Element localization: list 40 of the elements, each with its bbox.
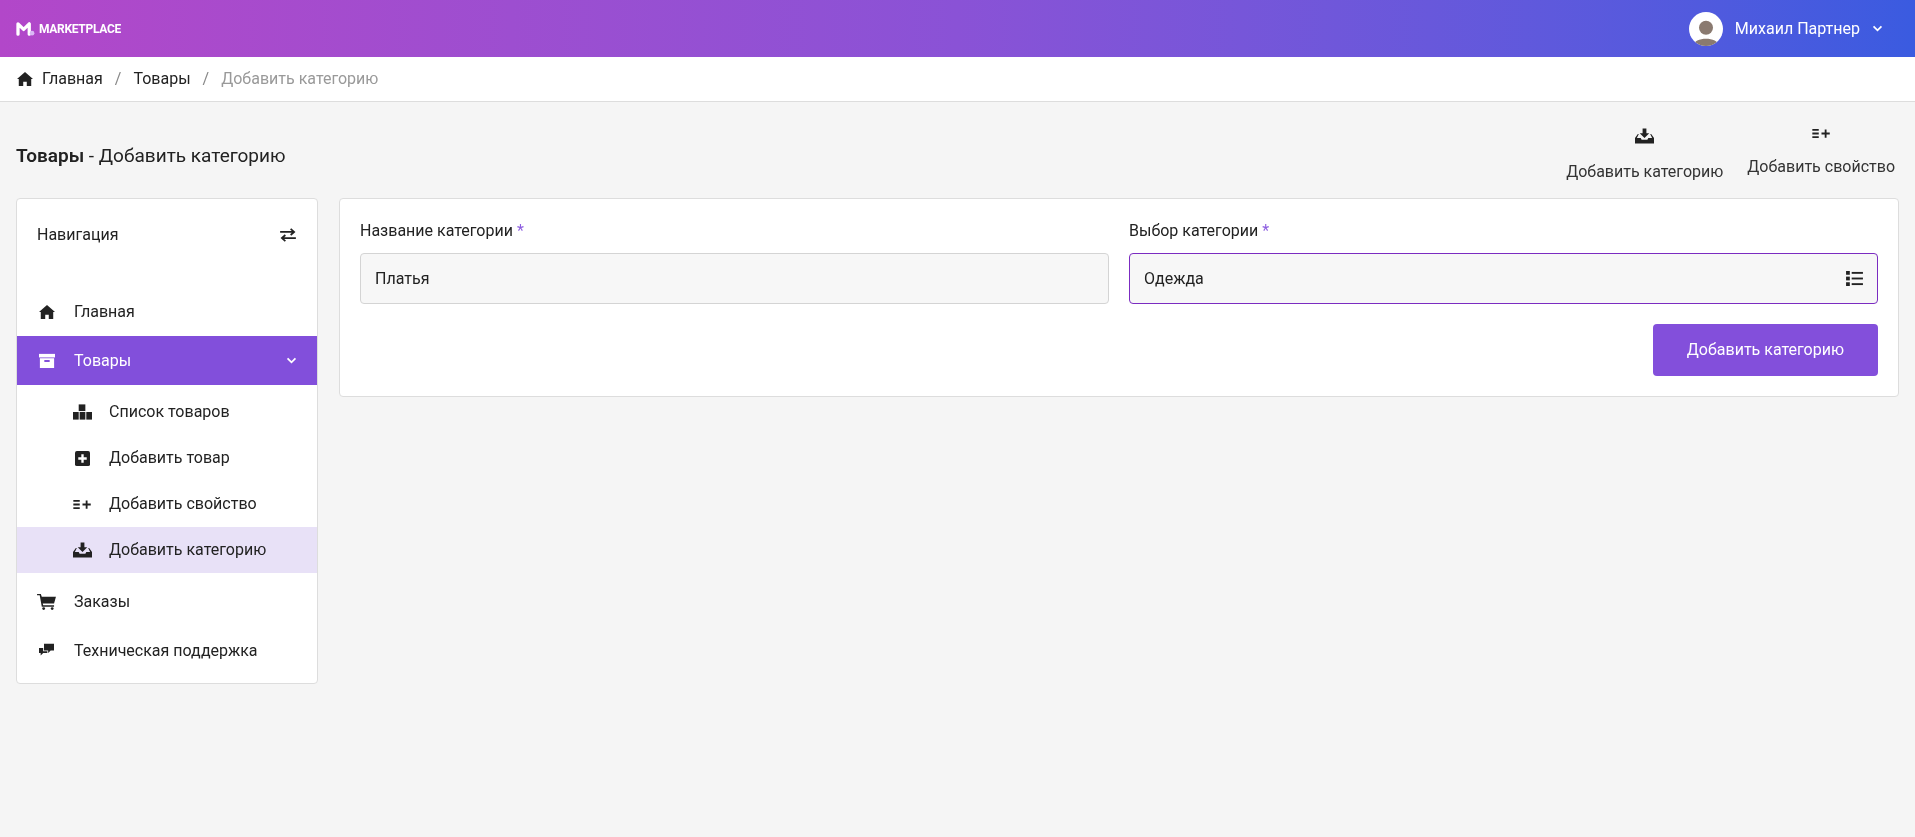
chevron-down-icon xyxy=(1872,25,1883,32)
page-title: Товары - Добавить категорию xyxy=(16,142,286,169)
sidebar-item[interactable]: Техническая поддержка xyxy=(17,626,317,675)
breadcrumb-link[interactable]: Товары xyxy=(133,67,191,91)
category-select[interactable]: Одежда xyxy=(1129,253,1878,304)
home-icon xyxy=(37,303,56,320)
inbox-download-icon xyxy=(1635,128,1655,144)
field-label: Название категории * xyxy=(360,220,525,242)
stacked-boxes-icon xyxy=(73,404,92,420)
submit-button[interactable]: Добавить категорию xyxy=(1652,324,1878,376)
inbox-download-icon xyxy=(73,542,92,558)
chat-bubbles-icon xyxy=(38,643,55,658)
sidebar-subitem[interactable]: Добавить свойство xyxy=(17,481,317,527)
sidebar-subitem[interactable]: Список товаров xyxy=(17,389,317,435)
logo-text: MARKETPLACE xyxy=(39,20,121,38)
action-button[interactable]: Добавить свойство xyxy=(1747,128,1895,184)
input-field[interactable]: Платья xyxy=(360,253,1109,304)
field-label: Выбор категории * xyxy=(1129,220,1271,242)
list-plus-icon xyxy=(1811,128,1831,139)
logo-icon xyxy=(16,21,35,36)
list-icon xyxy=(1846,271,1863,286)
archive-box-icon xyxy=(37,352,56,369)
home-icon xyxy=(16,71,34,87)
breadcrumb-separator: / xyxy=(201,68,211,90)
list-plus-icon xyxy=(73,498,92,510)
sidebar-subitem[interactable]: Добавить категорию xyxy=(17,527,317,573)
sidebar-item[interactable]: Главная xyxy=(17,287,317,336)
avatar xyxy=(1688,11,1723,46)
user-menu[interactable]: Михаил Партнер xyxy=(1688,11,1899,46)
sidebar-title: Навигация xyxy=(37,224,119,246)
action-button[interactable]: Добавить категорию xyxy=(1566,128,1724,184)
plus-square-icon xyxy=(75,450,90,466)
breadcrumb-link[interactable]: Главная xyxy=(42,67,103,91)
chevron-down-icon xyxy=(286,357,297,364)
cart-icon xyxy=(37,593,56,610)
sidebar-item[interactable]: Товары xyxy=(17,336,317,385)
swap-arrows-icon xyxy=(279,228,297,242)
breadcrumb-separator: / xyxy=(113,68,123,90)
sidebar-subitem[interactable]: Добавить товар xyxy=(17,435,317,481)
sidebar-item[interactable]: Заказы xyxy=(17,577,317,626)
